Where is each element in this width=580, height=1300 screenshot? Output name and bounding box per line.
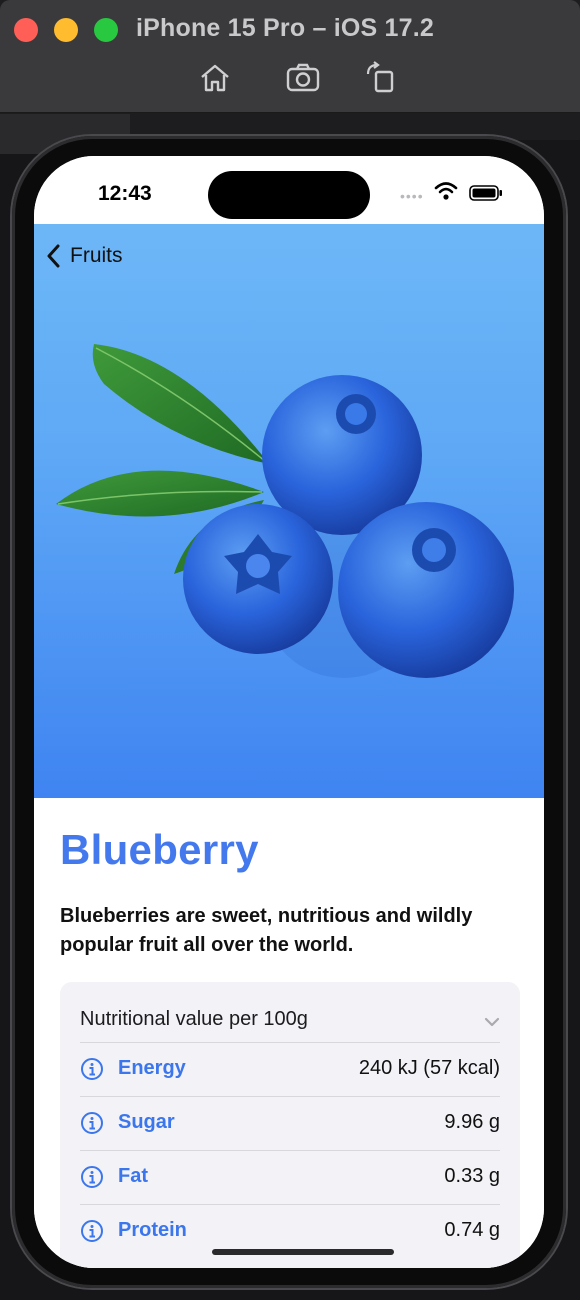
nutrition-disclosure-header[interactable]: Nutritional value per 100g xyxy=(80,1008,500,1036)
chevron-left-icon xyxy=(47,244,60,268)
close-window-button[interactable] xyxy=(14,18,38,42)
nutrient-value: 0.74 g xyxy=(444,1219,500,1241)
nutrition-row: Energy 240 kJ (57 kcal) xyxy=(80,1042,500,1097)
window-title: iPhone 15 Pro – iOS 17.2 xyxy=(136,14,434,42)
info-icon[interactable] xyxy=(80,1057,104,1081)
dynamic-island xyxy=(208,171,370,219)
nutrient-value: 240 kJ (57 kcal) xyxy=(358,1057,500,1079)
nutrient-name: Sugar xyxy=(118,1111,175,1133)
info-icon[interactable] xyxy=(80,1219,104,1243)
zoom-window-button[interactable] xyxy=(94,18,118,42)
chevron-down-icon xyxy=(484,1017,500,1027)
signal-dots-icon: •••• xyxy=(400,188,424,204)
fruit-details: Blueberry Blueberries are sweet, nutriti… xyxy=(34,798,544,1268)
nutrient-name: Energy xyxy=(118,1057,186,1079)
camera-icon xyxy=(286,63,320,92)
phone-screen: 12:43 •••• Fruits Blueberry Blueberries … xyxy=(34,156,544,1268)
info-icon[interactable] xyxy=(80,1111,104,1135)
rotate-icon xyxy=(366,61,394,93)
battery-icon xyxy=(469,185,502,201)
nutrition-row: Sugar 9.96 g xyxy=(80,1096,500,1151)
nutrient-value: 9.96 g xyxy=(444,1111,500,1133)
minimize-window-button[interactable] xyxy=(54,18,78,42)
info-icon[interactable] xyxy=(80,1165,104,1189)
home-indicator[interactable] xyxy=(212,1249,394,1255)
simulator-titlebar: iPhone 15 Pro – iOS 17.2 xyxy=(0,0,580,113)
wifi-icon xyxy=(434,182,458,200)
rotate-button[interactable] xyxy=(362,60,400,96)
nutrient-name: Fat xyxy=(118,1165,148,1187)
home-icon xyxy=(201,64,229,92)
back-button[interactable]: Fruits xyxy=(44,242,123,270)
blueberry-image xyxy=(56,344,514,678)
screenshot-button[interactable] xyxy=(284,60,322,96)
nutrient-value: 0.33 g xyxy=(444,1165,500,1187)
nutrient-name: Protein xyxy=(118,1219,187,1241)
fruit-hero: Fruits xyxy=(34,224,544,798)
home-button[interactable] xyxy=(196,60,234,96)
nutrition-row: Fat 0.33 g xyxy=(80,1150,500,1205)
fruit-description: Blueberries are sweet, nutritious and wi… xyxy=(60,905,473,956)
nutrition-disclosure: Nutritional value per 100g Energy 240 kJ… xyxy=(60,982,520,1268)
status-bar: 12:43 •••• xyxy=(34,156,544,224)
fruit-title: Blueberry xyxy=(60,826,259,873)
nutrition-header-label: Nutritional value per 100g xyxy=(80,1008,308,1030)
iphone-frame: 12:43 •••• Fruits Blueberry Blueberries … xyxy=(12,136,566,1288)
status-time: 12:43 xyxy=(98,182,152,205)
back-button-label: Fruits xyxy=(70,244,123,267)
